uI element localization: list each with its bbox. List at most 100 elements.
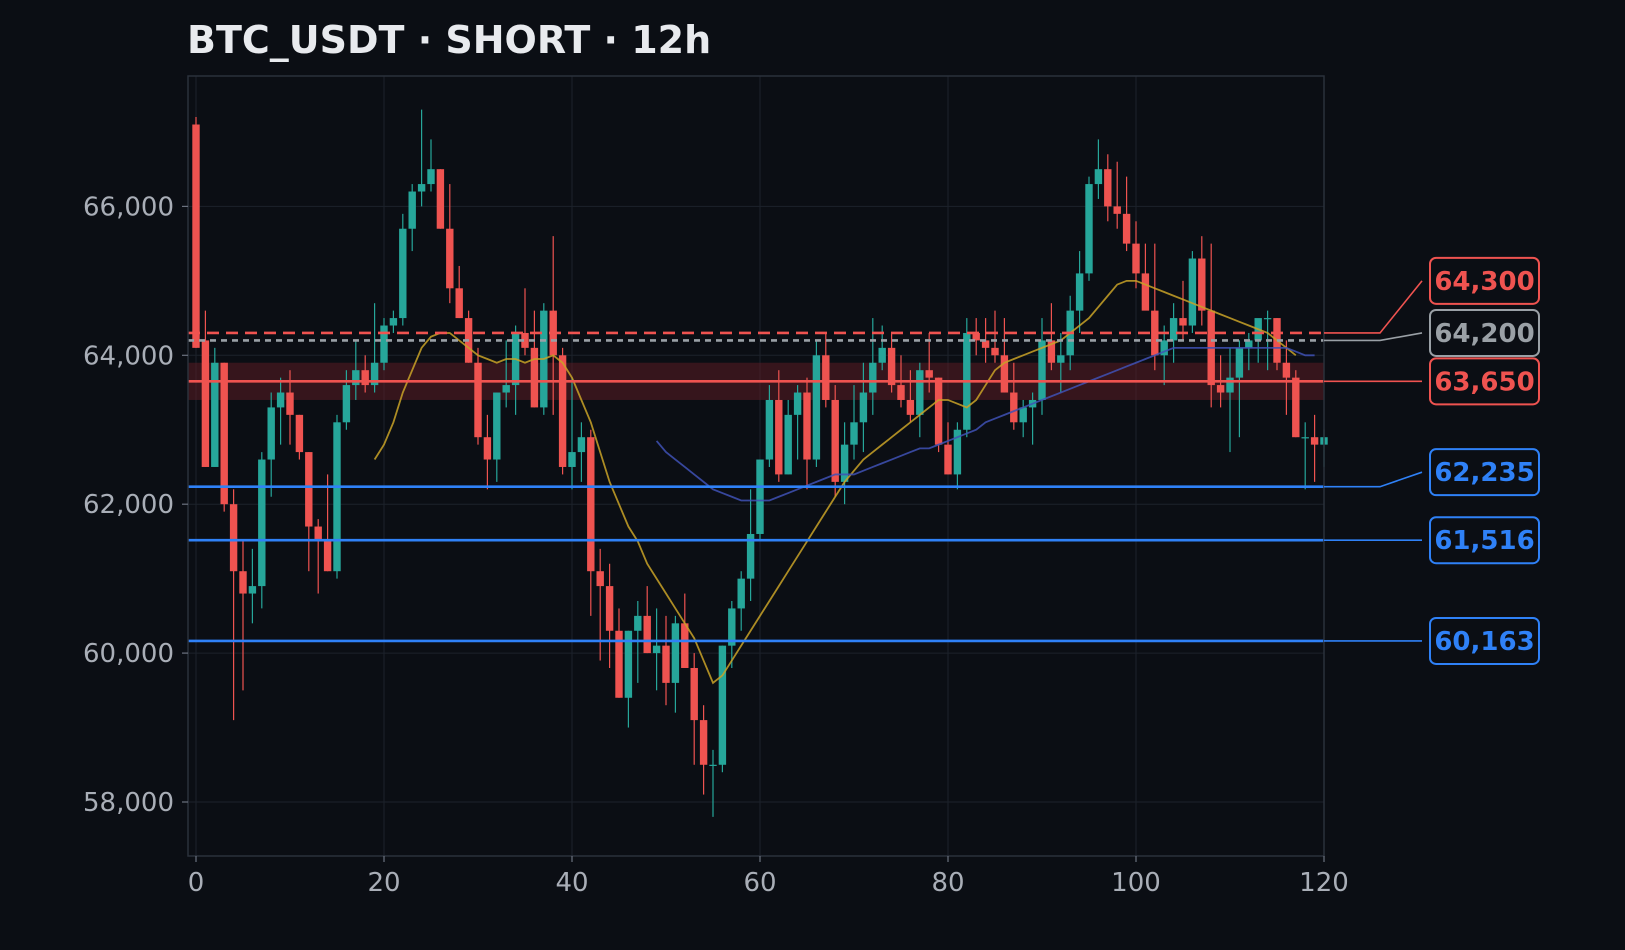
candle-body — [897, 385, 905, 400]
candle-body — [1292, 377, 1300, 438]
level-label: 64,200 — [1434, 319, 1534, 349]
x-tick-label: 120 — [1299, 868, 1349, 898]
candle-body — [530, 347, 539, 408]
candle-body — [699, 720, 708, 765]
level-leader — [1324, 280, 1423, 334]
candle-body — [361, 370, 369, 386]
candle-body — [906, 399, 915, 415]
candle-body — [399, 228, 407, 319]
candle-body — [577, 437, 586, 453]
candle-body — [643, 615, 651, 654]
candle-body — [568, 452, 576, 467]
candle-body — [305, 452, 313, 527]
candle-body — [681, 623, 689, 668]
candle-body — [1188, 258, 1197, 326]
candle-body — [944, 444, 952, 475]
candle-body — [333, 422, 341, 572]
candle-body — [1010, 392, 1018, 423]
grid — [188, 76, 1325, 856]
candle-body — [229, 504, 238, 572]
level-leader — [1324, 471, 1423, 488]
candle-body — [408, 191, 416, 229]
level-labels: 64,300 64,200 63,650 62,235 61,516 60,163 — [1324, 256, 1540, 665]
candle-body — [286, 392, 294, 415]
candle-body — [916, 370, 924, 415]
y-tick-label: 62,000 — [83, 490, 174, 520]
candle-body — [1019, 407, 1027, 423]
candle-body — [878, 347, 886, 363]
level-label: 63,650 — [1434, 367, 1534, 397]
candle-body — [446, 228, 454, 289]
candle-body — [1085, 184, 1093, 274]
candle-body — [493, 392, 501, 460]
candlestick-chart: 0 20 40 60 80 100 120 58,000 60,000 62,000 64,000 6… — [83, 75, 1540, 898]
candle-body — [1282, 362, 1291, 378]
candle-body — [869, 362, 877, 393]
candle-body — [831, 399, 839, 482]
candle-body — [211, 362, 219, 467]
level-label: 64,300 — [1434, 267, 1534, 297]
candle-body — [756, 459, 764, 534]
level-leader — [1324, 332, 1423, 342]
candle-body — [1057, 355, 1065, 363]
candle-body — [803, 392, 811, 460]
candle-body — [1169, 318, 1178, 341]
candle-body — [483, 437, 492, 460]
y-tick-label: 66,000 — [83, 192, 174, 222]
candle-body — [1094, 169, 1103, 185]
candle-body — [1216, 385, 1225, 393]
plot-frame — [187, 75, 1325, 857]
candle-body — [276, 392, 285, 408]
candle-body — [587, 437, 595, 572]
candle-body — [1104, 169, 1112, 207]
candle-body — [201, 340, 210, 467]
candle-body — [737, 578, 745, 609]
candle-body — [436, 169, 445, 229]
candle-body — [389, 318, 398, 326]
y-tick-label: 60,000 — [83, 639, 174, 669]
candle-body — [1235, 347, 1244, 378]
candle-body — [934, 377, 943, 445]
x-tick-label: 0 — [188, 868, 205, 898]
candle-body — [822, 355, 830, 400]
x-tick-label: 60 — [743, 868, 776, 898]
candle-body — [812, 355, 821, 460]
candle-body — [558, 355, 567, 467]
level-label: 62,235 — [1434, 458, 1534, 488]
candle-body — [1141, 273, 1150, 311]
candle-body — [991, 347, 999, 356]
candle-body — [1075, 273, 1084, 311]
candle-body — [634, 615, 642, 631]
candle-body — [596, 571, 604, 587]
candle-body — [248, 586, 257, 594]
x-tick-label: 80 — [931, 868, 964, 898]
candle-body — [455, 288, 463, 319]
candle-body — [267, 407, 275, 460]
candle-body — [652, 645, 661, 654]
level-label: 61,516 — [1434, 526, 1534, 556]
candle-body — [605, 586, 614, 631]
candle-body — [502, 385, 510, 393]
candle-body — [709, 764, 717, 766]
candle-body — [1226, 377, 1234, 393]
candle-body — [671, 623, 680, 683]
candle-body — [775, 399, 783, 475]
candle-body — [295, 414, 304, 453]
candle-body — [258, 459, 266, 587]
candle-body — [474, 362, 482, 438]
level-label: 60,163 — [1434, 627, 1534, 657]
candle-body — [850, 422, 858, 445]
x-tick-label: 100 — [1111, 868, 1161, 898]
candle-body — [352, 370, 360, 386]
candle-body — [1301, 437, 1309, 439]
candle-body — [662, 645, 670, 683]
axes: 0 20 40 60 80 100 120 58,000 60,000 62,000 64,000 6… — [83, 192, 1349, 898]
candle-body — [323, 541, 332, 572]
candle-body — [718, 645, 727, 765]
candle-body — [427, 169, 435, 185]
candle-body — [887, 347, 896, 386]
y-tick-label: 58,000 — [83, 788, 174, 818]
candle-body — [1132, 243, 1140, 274]
candle-body — [784, 414, 792, 475]
candle-body — [1198, 258, 1206, 311]
